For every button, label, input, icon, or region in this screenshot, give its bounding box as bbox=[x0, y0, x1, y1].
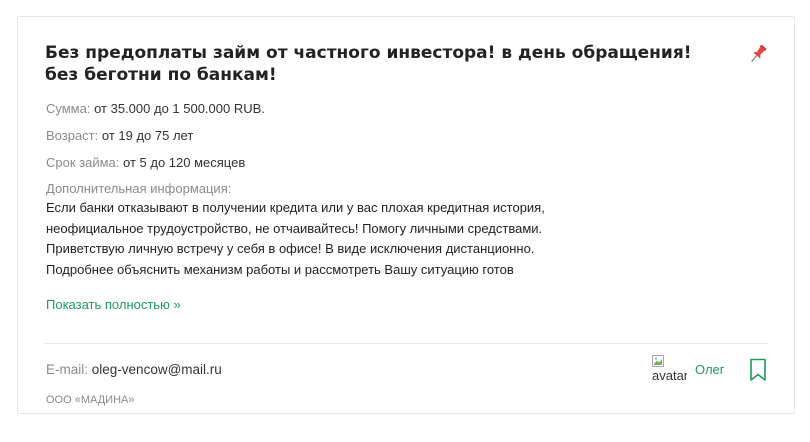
additional-info-label: Дополнительная информация: bbox=[46, 181, 232, 196]
age-value: от 19 до 75 лет bbox=[101, 128, 194, 143]
additional-info-text: Если банки отказывают в получении кредит… bbox=[46, 198, 666, 280]
term-label: Срок займа: bbox=[46, 155, 120, 170]
term-value: от 5 до 120 месяцев bbox=[123, 155, 246, 170]
age-row: Возраст: от 19 до 75 лет bbox=[46, 126, 686, 153]
pushpin-icon[interactable] bbox=[746, 42, 770, 66]
amount-row: Сумма: от 35.000 до 1 500.000 RUB. bbox=[46, 99, 686, 126]
info-line: Если банки отказывают в получении кредит… bbox=[46, 200, 545, 215]
author-link[interactable]: Олег bbox=[695, 360, 725, 380]
email-label: E-mail: bbox=[46, 362, 89, 377]
email-value[interactable]: oleg-vencow@mail.ru bbox=[92, 362, 222, 377]
term-row: Срок займа: от 5 до 120 месяцев bbox=[46, 153, 686, 180]
company-name: ООО «МАДИНА» bbox=[46, 394, 135, 406]
loan-details: Сумма: от 35.000 до 1 500.000 RUB. Возра… bbox=[46, 99, 686, 280]
bookmark-icon[interactable] bbox=[747, 357, 769, 383]
info-line: Подробнее объяснить механизм работы и ра… bbox=[46, 261, 514, 277]
contact-email: E-mail: oleg-vencow@mail.ru bbox=[46, 360, 222, 380]
avatar-alt-text: avatar bbox=[652, 368, 687, 383]
info-line: Приветствую личную встречу у себя в офис… bbox=[46, 241, 535, 257]
info-line: неофициальное трудоустройство, не отчаив… bbox=[46, 220, 543, 236]
show-more-link[interactable]: Показать полностью » bbox=[46, 296, 181, 314]
amount-value: от 35.000 до 1 500.000 RUB. bbox=[94, 101, 265, 116]
age-label: Возраст: bbox=[46, 128, 99, 143]
divider bbox=[45, 343, 768, 344]
loan-listing-card: Без предоплаты займ от частного инвестор… bbox=[17, 16, 795, 414]
listing-title[interactable]: Без предоплаты займ от частного инвестор… bbox=[45, 42, 715, 86]
broken-image-icon bbox=[652, 355, 664, 367]
avatar[interactable]: avatar bbox=[651, 355, 687, 385]
amount-label: Сумма: bbox=[46, 101, 91, 116]
